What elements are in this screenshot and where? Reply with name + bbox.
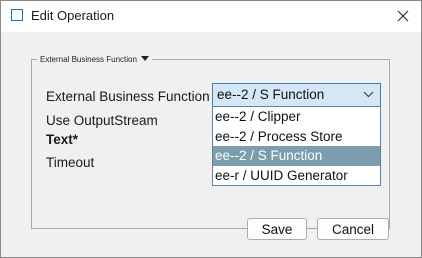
save-button[interactable]: Save	[247, 218, 307, 240]
function-select-value: ee--2 / S Function	[217, 87, 325, 102]
dropdown-option-process-store[interactable]: ee--2 / Process Store	[213, 127, 380, 147]
timeout-label: Timeout	[46, 155, 95, 170]
function-select[interactable]: ee--2 / S Function	[212, 83, 381, 107]
chevron-down-icon	[363, 91, 374, 98]
edit-operation-dialog: Edit Operation External Business Functio…	[0, 0, 422, 258]
group-legend[interactable]: External Business Function	[37, 53, 152, 65]
dropdown-option-uuid-generator[interactable]: ee-r / UUID Generator	[213, 166, 380, 186]
dropdown-option-s-function[interactable]: ee--2 / S Function	[213, 146, 380, 166]
dialog-body: External Business Function External Busi…	[1, 32, 421, 257]
caret-down-icon	[140, 56, 149, 62]
close-button[interactable]	[391, 5, 415, 27]
group-legend-label: External Business Function	[40, 54, 137, 64]
window-icon	[11, 9, 23, 21]
title-bar: Edit Operation	[1, 1, 421, 32]
function-label: External Business Function	[46, 89, 210, 104]
dropdown-option-clipper[interactable]: ee--2 / Clipper	[213, 107, 380, 127]
function-dropdown-list: ee--2 / Clipper ee--2 / Process Store ee…	[212, 106, 381, 186]
output-stream-label: Use OutputStream	[46, 113, 158, 128]
dialog-title: Edit Operation	[31, 8, 115, 23]
text-label: Text*	[46, 132, 79, 147]
close-icon	[397, 10, 409, 22]
cancel-button[interactable]: Cancel	[317, 218, 389, 240]
